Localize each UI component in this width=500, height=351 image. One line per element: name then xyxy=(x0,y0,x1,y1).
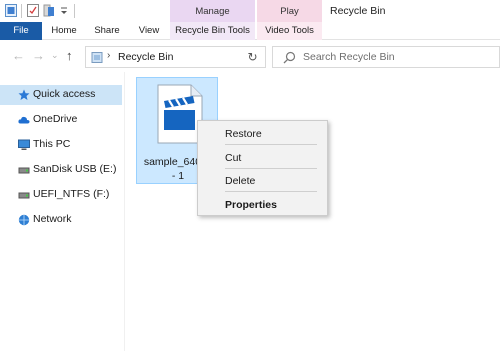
search-placeholder: Search Recycle Bin xyxy=(303,51,395,63)
menu-item-restore[interactable]: Restore xyxy=(198,124,327,144)
breadcrumb-path[interactable]: Recycle Bin xyxy=(118,51,173,63)
menu-item-label: Cut xyxy=(225,152,242,164)
star-icon xyxy=(18,89,30,100)
sidebar-item-label: OneDrive xyxy=(33,113,78,125)
tab-video-tools[interactable]: Video Tools xyxy=(257,22,322,40)
menu-item-properties[interactable]: Properties xyxy=(198,195,327,215)
menu-item-delete[interactable]: Delete xyxy=(198,171,327,191)
context-menu: Restore Cut Delete Properties xyxy=(197,120,328,216)
menu-separator xyxy=(225,144,317,145)
manage-group-label: Manage xyxy=(195,6,230,17)
recent-locations-icon[interactable]: ⌄ xyxy=(51,50,59,61)
sidebar-item-label: Quick access xyxy=(33,88,96,100)
navigation-bar: ← → ⌄ ↑ › Recycle Bin ↻ Search Recycle B… xyxy=(0,40,500,72)
sidebar-item-this-pc[interactable]: This PC xyxy=(0,135,122,155)
contextual-group-play: Play xyxy=(257,0,322,22)
ribbon-tabs: File Home Share View Recycle Bin Tools V… xyxy=(0,22,500,40)
search-input[interactable]: Search Recycle Bin xyxy=(272,46,500,68)
sidebar-item-label: This PC xyxy=(33,138,71,150)
refresh-icon[interactable]: ↻ xyxy=(240,46,266,68)
usb-drive-icon xyxy=(18,167,30,174)
menu-separator xyxy=(225,191,317,192)
up-arrow-icon[interactable]: ↑ xyxy=(66,48,73,63)
tab-share[interactable]: Share xyxy=(88,22,126,40)
search-icon xyxy=(283,51,296,64)
back-arrow-icon[interactable]: ← xyxy=(12,48,25,63)
explorer-app-icon[interactable] xyxy=(5,4,17,17)
sidebar-item-label: SanDisk USB (E:) xyxy=(33,163,117,175)
window-title: Recycle Bin xyxy=(330,5,386,17)
sidebar-item-network[interactable]: Network xyxy=(0,210,122,230)
usb-drive-icon xyxy=(18,192,30,199)
computer-icon xyxy=(18,139,30,150)
menu-item-label: Restore xyxy=(225,128,262,140)
menu-separator xyxy=(225,168,317,169)
properties-icon[interactable] xyxy=(27,4,39,17)
menu-item-label: Delete xyxy=(225,175,256,187)
menu-item-label: Properties xyxy=(225,199,277,211)
cloud-icon xyxy=(18,116,30,124)
tab-file[interactable]: File xyxy=(0,22,42,40)
explorer-window: Manage Play Recycle Bin File Home Share … xyxy=(0,0,500,351)
forward-arrow-icon[interactable]: → xyxy=(32,48,45,63)
recycle-bin-icon xyxy=(91,52,103,63)
quick-access-separator xyxy=(21,4,22,18)
sidebar-item-onedrive[interactable]: OneDrive xyxy=(0,110,122,130)
menu-item-cut[interactable]: Cut xyxy=(198,148,327,168)
title-separator xyxy=(74,4,75,18)
breadcrumb-chevron-icon[interactable]: › xyxy=(107,50,110,61)
tab-home[interactable]: Home xyxy=(47,22,81,40)
address-bar[interactable]: › Recycle Bin xyxy=(85,46,260,68)
customize-toolbar-icon[interactable] xyxy=(58,4,70,17)
sidebar-item-label: UEFI_NTFS (F:) xyxy=(33,188,110,200)
navigation-pane: Quick access OneDrive This PC SanDisk US… xyxy=(0,72,125,351)
title-bar: Manage Play Recycle Bin xyxy=(0,0,500,22)
contextual-group-manage: Manage xyxy=(170,0,255,22)
network-icon xyxy=(18,214,30,226)
new-folder-icon[interactable] xyxy=(43,4,55,17)
sidebar-item-label: Network xyxy=(33,213,72,225)
sidebar-item-sandisk-usb[interactable]: SanDisk USB (E:) xyxy=(0,160,122,180)
sidebar-item-uefi-ntfs[interactable]: UEFI_NTFS (F:) xyxy=(0,185,122,205)
sidebar-item-quick-access[interactable]: Quick access xyxy=(0,85,122,105)
play-group-label: Play xyxy=(280,6,299,17)
tab-recycle-bin-tools[interactable]: Recycle Bin Tools xyxy=(170,22,255,40)
tab-view[interactable]: View xyxy=(133,22,165,40)
